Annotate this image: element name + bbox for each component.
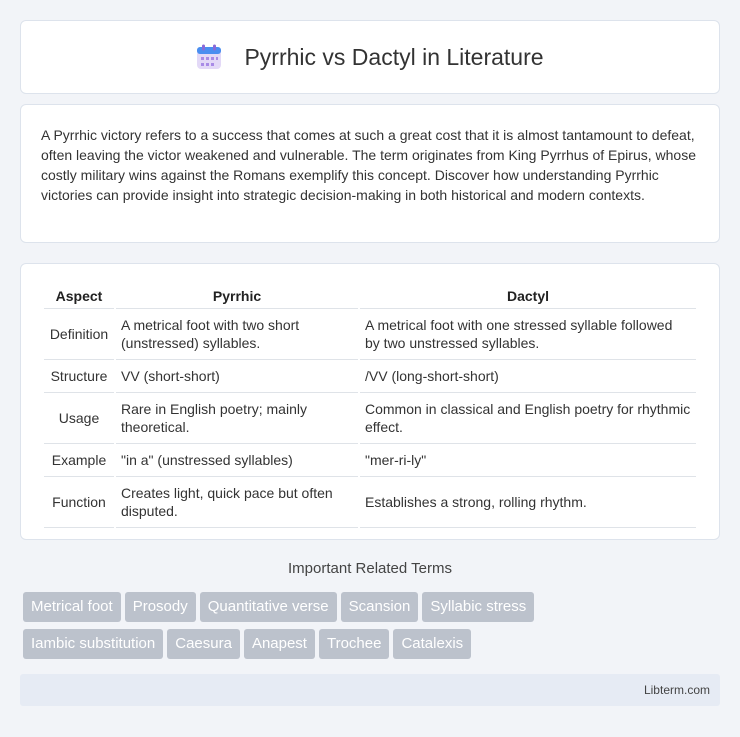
intro-text: A Pyrrhic victory refers to a success th… [41, 127, 696, 203]
intro-card: A Pyrrhic victory refers to a success th… [20, 104, 720, 243]
title-card: Pyrrhic vs Dactyl in Literature [20, 20, 720, 94]
tag-trochee[interactable]: Trochee [318, 629, 390, 659]
table-row: Example "in a" (unstressed syllables) "m… [44, 444, 696, 477]
table-row: Usage Rare in English poetry; mainly the… [44, 393, 696, 444]
tag-iambic-substitution[interactable]: Iambic substitution [23, 629, 164, 659]
footer: Libterm.com [20, 674, 720, 706]
cell-pyrrhic: "in a" (unstressed syllables) [116, 444, 358, 477]
tag-syllabic-stress[interactable]: Syllabic stress [422, 592, 535, 622]
header-dactyl: Dactyl [360, 284, 696, 309]
related-terms-list: Metrical foot Prosody Quantitative verse Sc… [23, 592, 723, 666]
calendar-icon [197, 44, 222, 69]
tag-anapest[interactable]: Anapest [243, 629, 315, 659]
page-title: Pyrrhic vs Dactyl in Literature [244, 43, 544, 70]
comparison-table: Aspect Pyrrhic Dactyl Definition A metri… [42, 284, 698, 528]
table-row: Function Creates light, quick pace but o… [44, 477, 696, 528]
cell-aspect: Usage [44, 393, 114, 444]
cell-dactyl: "mer-ri-ly" [360, 444, 696, 477]
cell-dactyl: /VV (long-short-short) [360, 360, 696, 393]
header-aspect: Aspect [44, 284, 114, 309]
related-terms-heading: Important Related Terms [288, 560, 452, 577]
tag-catalexis[interactable]: Catalexis [393, 629, 472, 659]
tag-prosody[interactable]: Prosody [124, 592, 196, 622]
cell-aspect: Structure [44, 360, 114, 393]
table-row: Definition A metrical foot with two shor… [44, 309, 696, 360]
cell-pyrrhic: A metrical foot with two short (unstress… [116, 309, 358, 360]
cell-pyrrhic: Creates light, quick pace but often disp… [116, 477, 358, 528]
tag-scansion[interactable]: Scansion [340, 592, 419, 622]
table-row: Structure VV (short-short) /VV (long-sho… [44, 360, 696, 393]
cell-dactyl: Common in classical and English poetry f… [360, 393, 696, 444]
comparison-card: Aspect Pyrrhic Dactyl Definition A metri… [20, 263, 720, 540]
header-pyrrhic: Pyrrhic [116, 284, 358, 309]
cell-dactyl: Establishes a strong, rolling rhythm. [360, 477, 696, 528]
tag-quantitative-verse[interactable]: Quantitative verse [199, 592, 337, 622]
tag-metrical-foot[interactable]: Metrical foot [23, 592, 121, 622]
cell-aspect: Function [44, 477, 114, 528]
cell-aspect: Example [44, 444, 114, 477]
cell-aspect: Definition [44, 309, 114, 360]
cell-dactyl: A metrical foot with one stressed syllab… [360, 309, 696, 360]
cell-pyrrhic: VV (short-short) [116, 360, 358, 393]
cell-pyrrhic: Rare in English poetry; mainly theoretic… [116, 393, 358, 444]
footer-site-link[interactable]: Libterm.com [644, 683, 710, 697]
tag-caesura[interactable]: Caesura [167, 629, 240, 659]
table-header-row: Aspect Pyrrhic Dactyl [44, 284, 696, 309]
